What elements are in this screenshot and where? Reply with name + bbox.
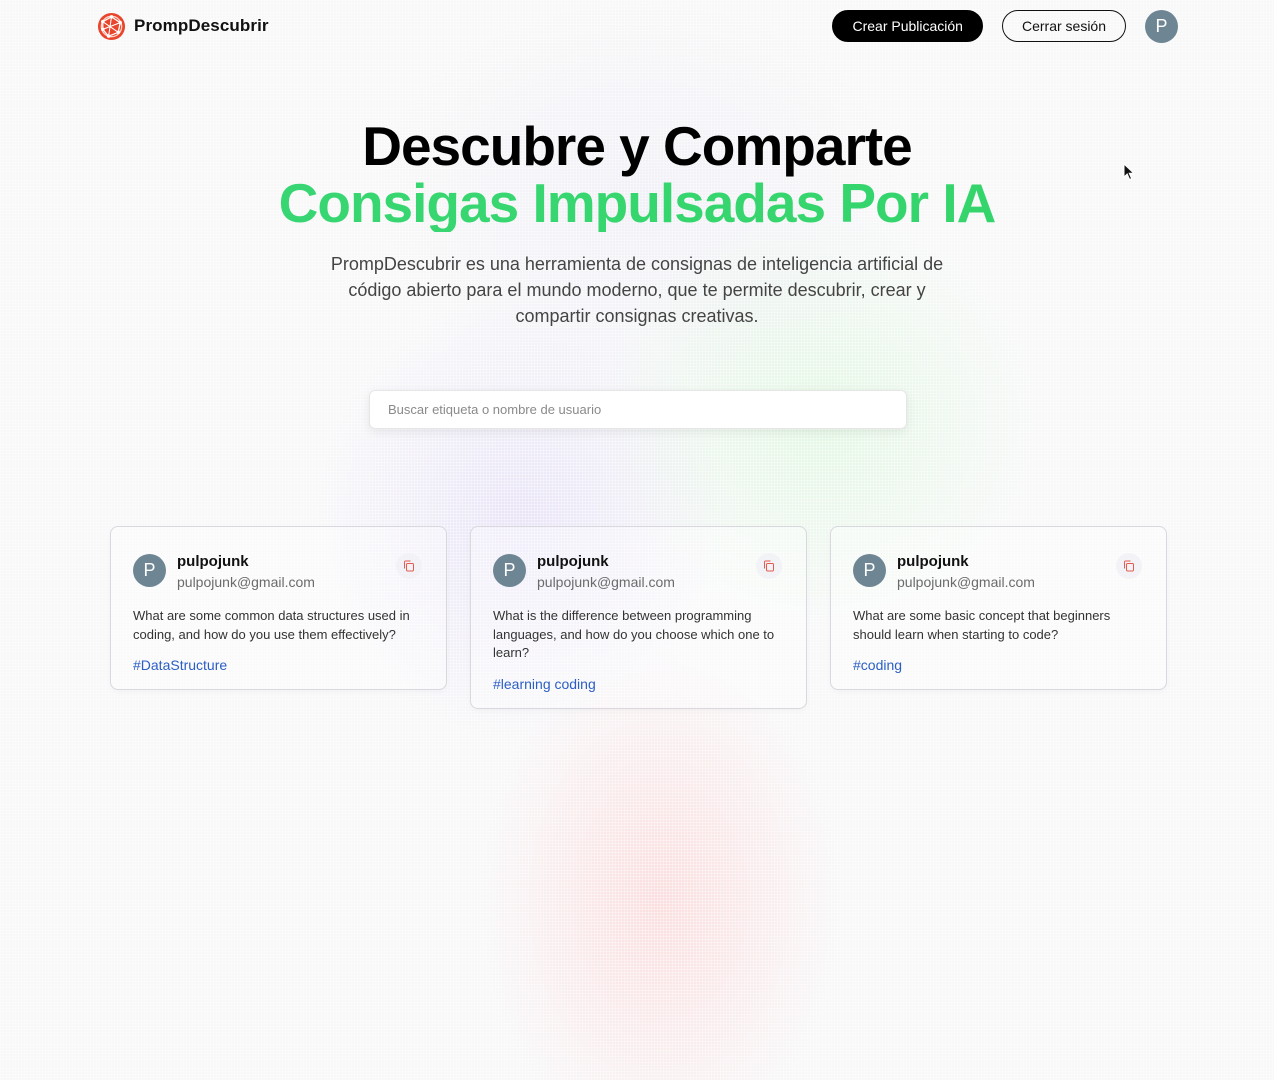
copy-icon xyxy=(1124,560,1134,572)
prompt-text: What are some common data structures use… xyxy=(133,608,410,642)
avatar[interactable]: P xyxy=(133,554,166,587)
search-bar xyxy=(369,390,907,429)
globe-network-icon xyxy=(97,12,126,40)
prompt-card: P pulpojunk pulpojunk@gmail.com What is … xyxy=(470,526,807,709)
brand-link[interactable]: PrompDescubrir xyxy=(97,12,269,41)
prompt-feed: P pulpojunk pulpojunk@gmail.com What are… xyxy=(110,526,1167,709)
username: pulpojunk xyxy=(897,553,969,570)
copy-button[interactable] xyxy=(1116,553,1142,579)
mouse-cursor-icon xyxy=(1123,163,1135,181)
username: pulpojunk xyxy=(537,553,609,570)
prompt-tag[interactable]: #DataStructure xyxy=(133,657,424,673)
card-header: P pulpojunk pulpojunk@gmail.com xyxy=(493,553,784,590)
nav-actions: Crear Publicación Cerrar sesión P xyxy=(832,9,1178,43)
hero-title: Descubre y Comparte Consigas Impulsadas … xyxy=(0,118,1274,232)
top-nav: PrompDescubrir Crear Publicación Cerrar … xyxy=(97,9,1178,43)
user-email: pulpojunk@gmail.com xyxy=(897,574,1035,590)
card-user-info[interactable]: pulpojunk pulpojunk@gmail.com xyxy=(537,553,756,590)
logout-button[interactable]: Cerrar sesión xyxy=(1001,10,1126,42)
prompt-card: P pulpojunk pulpojunk@gmail.com What are… xyxy=(830,526,1167,690)
create-post-button[interactable]: Crear Publicación xyxy=(832,10,983,42)
hero-description: PrompDescubrir es una herramienta de con… xyxy=(330,254,944,326)
prompt-card: P pulpojunk pulpojunk@gmail.com What are… xyxy=(110,526,447,690)
hero-title-line1: Descubre y Comparte xyxy=(362,115,913,177)
avatar[interactable]: P xyxy=(853,554,886,587)
hero-title-accent: Consigas Impulsadas Por IA xyxy=(0,175,1274,232)
profile-avatar[interactable]: P xyxy=(1145,9,1178,43)
username: pulpojunk xyxy=(177,553,249,570)
hero: Descubre y Comparte Consigas Impulsadas … xyxy=(0,118,1274,329)
prompt-text: What are some basic concept that beginne… xyxy=(853,608,1111,642)
card-header: P pulpojunk pulpojunk@gmail.com xyxy=(853,553,1144,590)
user-email: pulpojunk@gmail.com xyxy=(177,574,315,590)
prompt-tag[interactable]: #coding xyxy=(853,657,1144,673)
prompt-tag[interactable]: #learning coding xyxy=(493,676,784,692)
card-user-info[interactable]: pulpojunk pulpojunk@gmail.com xyxy=(897,553,1116,590)
avatar[interactable]: P xyxy=(493,554,526,587)
card-header: P pulpojunk pulpojunk@gmail.com xyxy=(133,553,424,590)
card-user-info[interactable]: pulpojunk pulpojunk@gmail.com xyxy=(177,553,396,590)
copy-button[interactable] xyxy=(756,553,782,579)
copy-icon xyxy=(764,560,774,572)
page: PrompDescubrir Crear Publicación Cerrar … xyxy=(0,0,1274,1080)
copy-icon xyxy=(404,560,414,572)
search-input[interactable] xyxy=(388,402,888,417)
copy-button[interactable] xyxy=(396,553,422,579)
user-email: pulpojunk@gmail.com xyxy=(537,574,675,590)
prompt-text: What is the difference between programmi… xyxy=(493,608,775,660)
brand-name: PrompDescubrir xyxy=(134,16,269,35)
